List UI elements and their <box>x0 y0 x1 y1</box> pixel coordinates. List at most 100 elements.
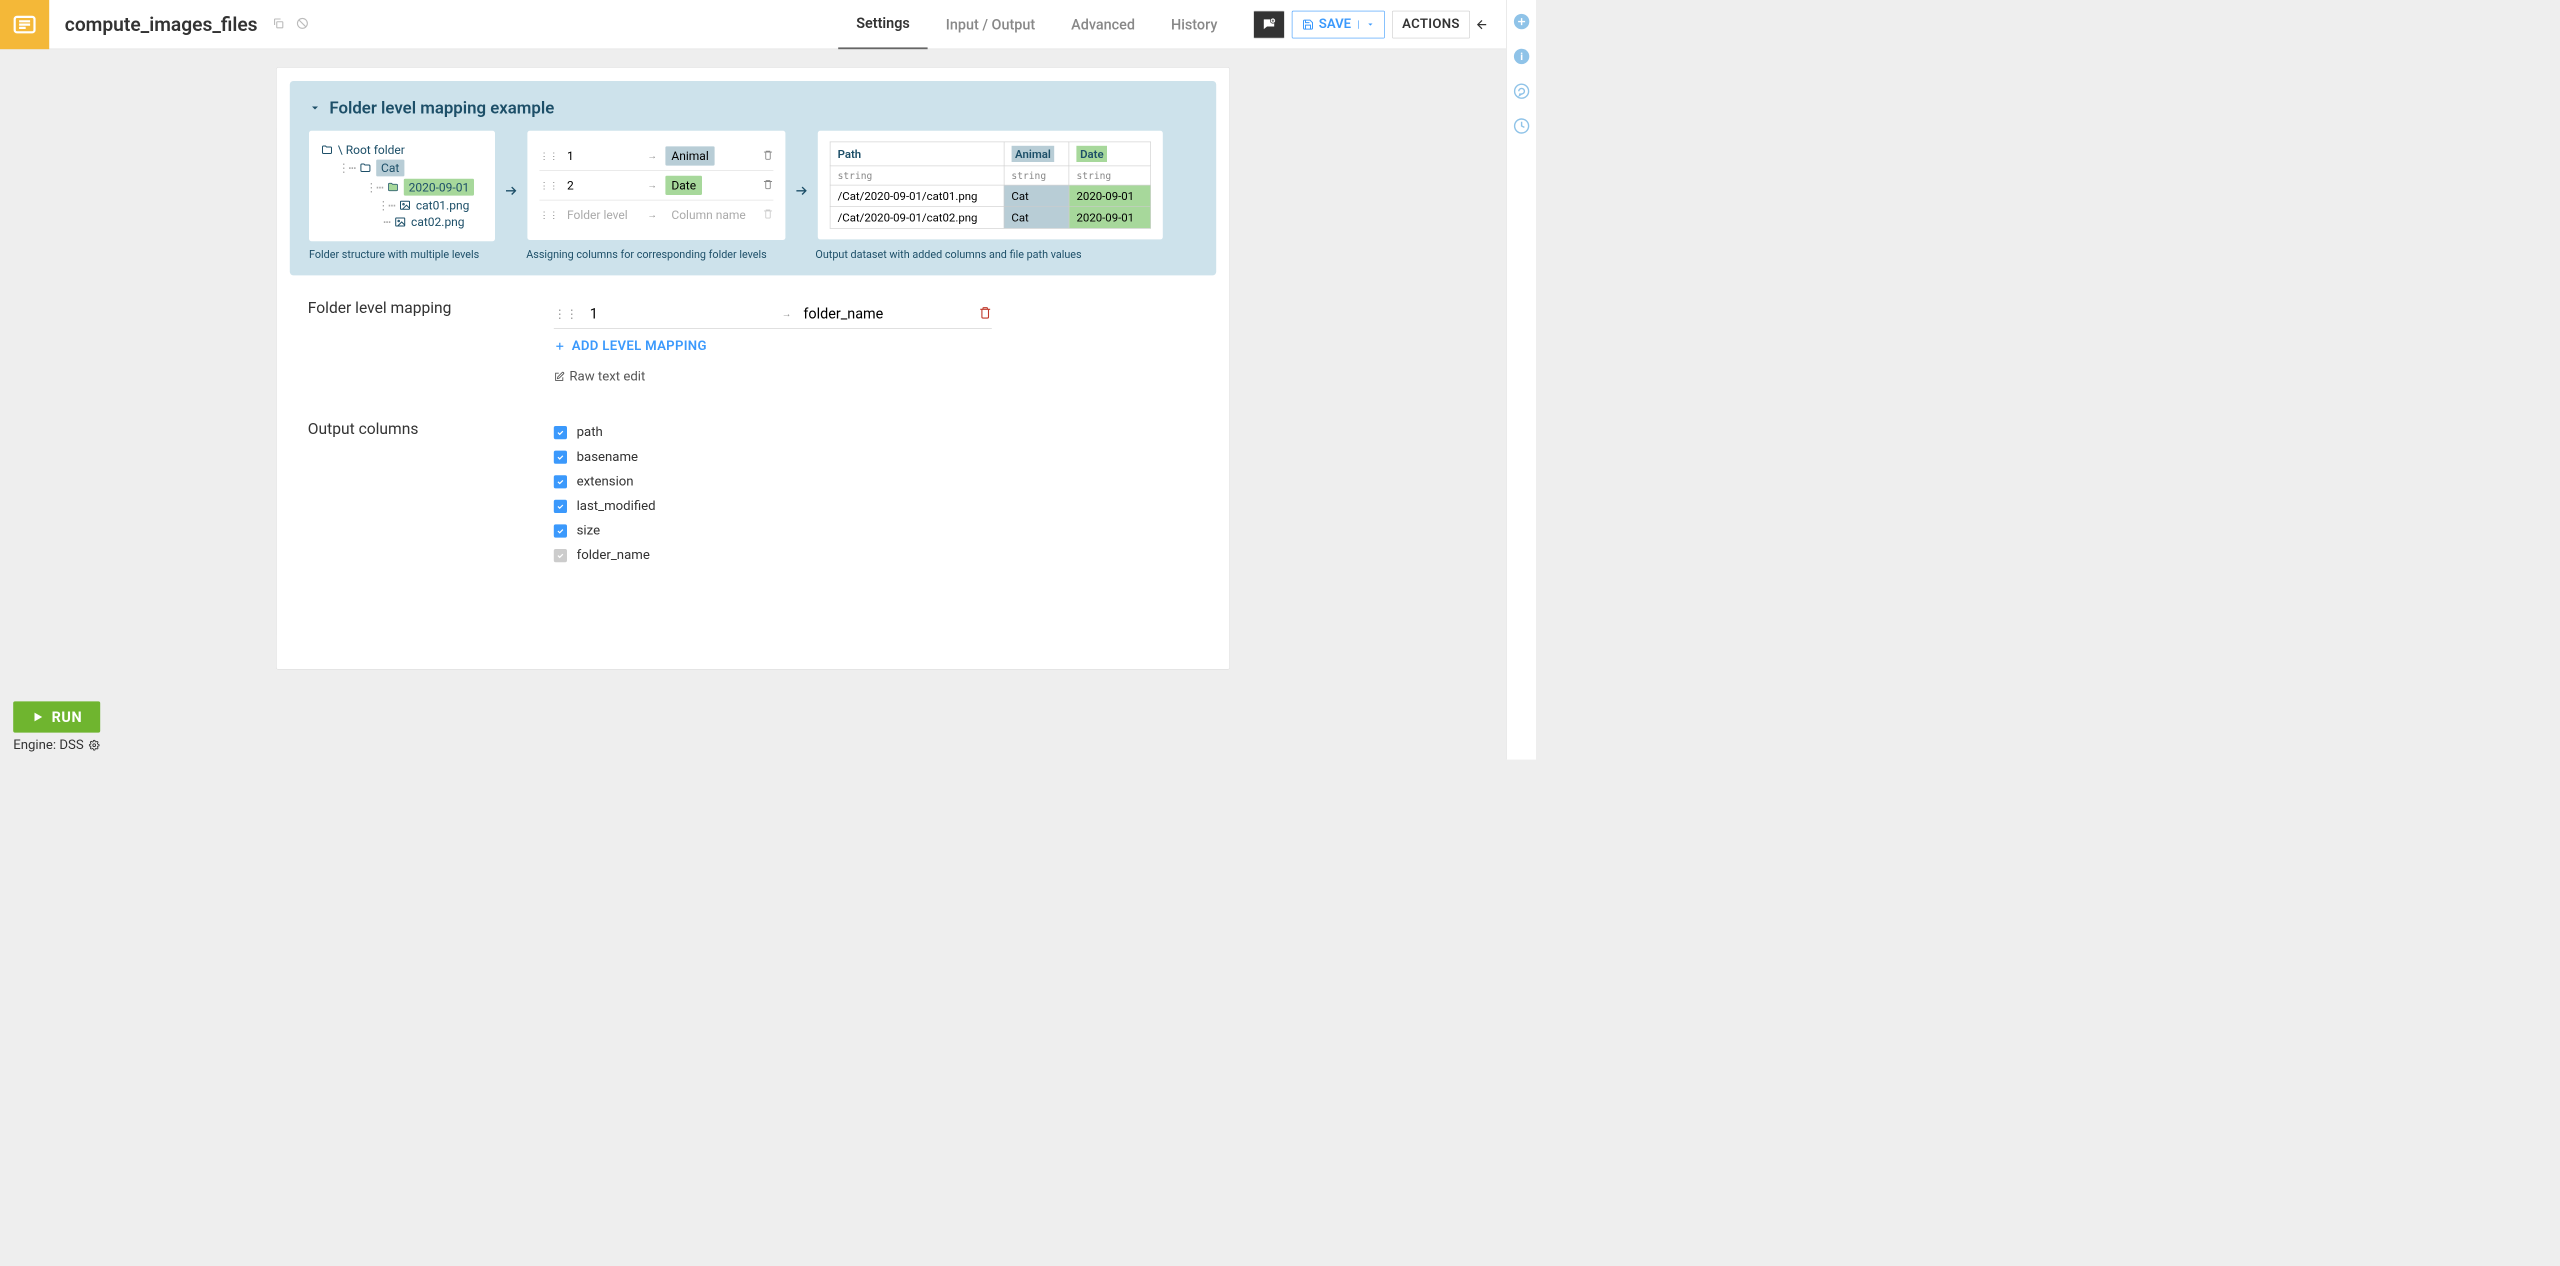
grip-icon: ⋮⋮ <box>539 180 558 191</box>
example-tree-card: \ Root folder ⋮⋯Cat ⋮⋯2020-09-01 ⋮⋯cat01… <box>309 131 495 241</box>
grip-icon: ⋮⋮ <box>539 209 558 220</box>
map-level-placeholder: Folder level <box>567 208 639 222</box>
tab-history[interactable]: History <box>1153 0 1235 49</box>
arrow-icon: → <box>647 179 657 191</box>
output-column-row: basename <box>554 445 1198 470</box>
run-button[interactable]: RUN <box>13 701 100 732</box>
add-mapping-label: ADD LEVEL MAPPING <box>572 338 707 353</box>
clock-icon[interactable] <box>1513 118 1530 137</box>
tree-file: cat02.png <box>411 215 464 229</box>
svg-text:i: i <box>1520 50 1523 63</box>
gear-icon[interactable] <box>89 740 100 751</box>
level-number[interactable]: 1 <box>590 305 770 322</box>
arrow-icon: → <box>782 308 792 320</box>
chevron-down-icon <box>309 102 321 114</box>
table-type: string <box>1069 166 1150 185</box>
trash-icon <box>763 149 774 162</box>
add-level-mapping-button[interactable]: ADD LEVEL MAPPING <box>554 329 1198 363</box>
table-cell: /Cat/2020-09-01/cat01.png <box>830 185 1004 207</box>
edit-icon <box>554 371 565 382</box>
grip-icon[interactable]: ⋮⋮ <box>554 307 578 321</box>
folder-icon <box>321 144 333 156</box>
tab-settings[interactable]: Settings <box>838 0 928 49</box>
checkbox[interactable] <box>554 524 567 537</box>
folder-mapping-label: Folder level mapping <box>308 299 554 390</box>
arrow-icon: → <box>647 150 657 162</box>
caption: Assigning columns for corresponding fold… <box>526 248 784 261</box>
discuss-icon[interactable] <box>1513 83 1530 102</box>
output-column-row: size <box>554 518 1198 543</box>
back-arrow-icon[interactable] <box>1470 0 1494 49</box>
save-dropdown[interactable] <box>1358 20 1374 28</box>
tab-input-output[interactable]: Input / Output <box>928 0 1053 49</box>
checkbox[interactable] <box>554 426 567 439</box>
right-rail: i <box>1506 0 1536 760</box>
column-name: last_modified <box>577 499 656 514</box>
settings-panel: Folder level mapping example \ Root fold… <box>276 67 1230 669</box>
image-icon <box>394 216 406 228</box>
tree-folder-date: 2020-09-01 <box>404 179 474 196</box>
copy-icon[interactable] <box>272 17 285 33</box>
target-icon[interactable] <box>296 17 309 33</box>
example-title: Folder level mapping example <box>329 98 554 118</box>
output-column-row: path <box>554 420 1198 445</box>
map-level: 1 <box>567 149 639 163</box>
level-column[interactable]: folder_name <box>803 305 883 322</box>
tree-folder-cat: Cat <box>376 160 404 177</box>
output-columns-label: Output columns <box>308 420 554 568</box>
column-name: extension <box>577 474 634 489</box>
checkbox[interactable] <box>554 500 567 513</box>
table-cell: Cat <box>1004 185 1069 207</box>
output-column-row: folder_name <box>554 543 1198 568</box>
actions-button[interactable]: ACTIONS <box>1392 11 1470 39</box>
tabs: Settings Input / Output Advanced History <box>838 0 1235 49</box>
map-column-placeholder: Column name <box>665 205 751 224</box>
caption: Output dataset with added columns and fi… <box>815 248 1160 261</box>
svg-text:+: + <box>1271 18 1274 24</box>
example-output-card: Path Animal Date string string string /C… <box>818 131 1163 240</box>
folder-icon <box>359 162 371 174</box>
recipe-type-icon <box>0 0 49 49</box>
map-column: Date <box>665 176 702 195</box>
example-toggle[interactable]: Folder level mapping example <box>309 98 1197 118</box>
arrow-right-icon <box>503 171 519 201</box>
column-name: basename <box>577 449 638 464</box>
raw-text-edit-button[interactable]: Raw text edit <box>554 363 1198 390</box>
table-type: string <box>1004 166 1069 185</box>
save-label: SAVE <box>1319 17 1351 32</box>
plus-circle-icon[interactable] <box>1513 13 1530 32</box>
trash-icon <box>763 208 774 221</box>
example-mapping-card: ⋮⋮ 1 → Animal ⋮⋮ 2 → Date <box>527 131 785 240</box>
column-name: size <box>577 523 600 538</box>
topbar: compute_images_files Settings Input / Ou… <box>0 0 1506 49</box>
table-type: string <box>830 166 1004 185</box>
run-label: RUN <box>52 709 83 726</box>
tree-root: \ Root folder <box>338 143 405 157</box>
example-box: Folder level mapping example \ Root fold… <box>290 81 1216 275</box>
chat-button[interactable]: + <box>1253 11 1284 39</box>
column-name: folder_name <box>577 548 650 563</box>
tree-file: cat01.png <box>416 198 469 212</box>
delete-row-button[interactable] <box>979 306 992 322</box>
table-cell: /Cat/2020-09-01/cat02.png <box>830 207 1004 229</box>
table-header: Path <box>830 142 1004 166</box>
table-cell: 2020-09-01 <box>1069 207 1150 229</box>
checkbox <box>554 549 567 562</box>
checkbox[interactable] <box>554 450 567 463</box>
map-column: Animal <box>665 146 714 165</box>
table-cell: Cat <box>1004 207 1069 229</box>
play-icon <box>31 710 44 723</box>
tab-advanced[interactable]: Advanced <box>1053 0 1153 49</box>
recipe-title: compute_images_files <box>65 13 258 36</box>
footer: RUN Engine: DSS <box>0 694 1506 759</box>
output-column-row: last_modified <box>554 494 1198 519</box>
checkbox[interactable] <box>554 475 567 488</box>
caption: Folder structure with multiple levels <box>309 248 495 261</box>
arrow-icon: → <box>647 209 657 221</box>
plus-icon <box>554 340 566 352</box>
info-icon[interactable]: i <box>1513 48 1530 67</box>
output-column-row: extension <box>554 469 1198 494</box>
table-cell: 2020-09-01 <box>1069 185 1150 207</box>
arrow-right-icon <box>794 171 810 201</box>
save-button[interactable]: SAVE <box>1292 11 1385 39</box>
